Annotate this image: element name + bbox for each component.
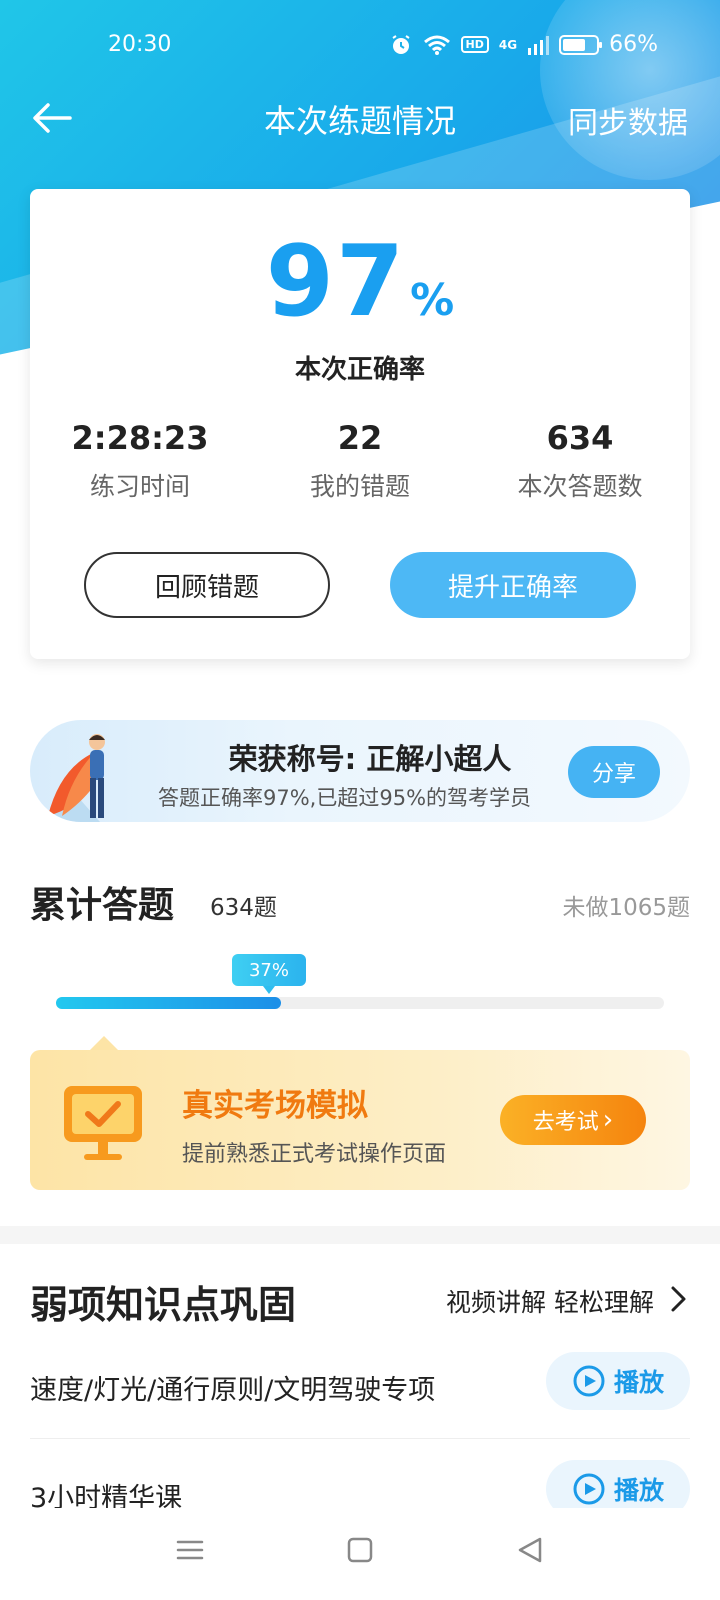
4g-label: 4G — [498, 37, 518, 52]
play-label: 播放 — [613, 1476, 664, 1505]
stat-label: 练习时间 — [89, 472, 190, 501]
accuracy-percent: 97% — [30, 225, 690, 339]
stat-value: 634 — [546, 419, 614, 457]
honor-subtitle: 答题正确率97%,已超过95%的驾考学员 — [158, 786, 532, 810]
play-circle-icon — [573, 1365, 605, 1397]
accuracy-label: 本次正确率 — [294, 355, 425, 385]
stat-label: 我的错题 — [309, 472, 410, 501]
battery-icon — [559, 34, 603, 55]
video-explain-link[interactable]: 视频讲解 轻松理解 — [446, 1283, 654, 1319]
percent-sign: % — [410, 275, 455, 326]
system-navigation-bar — [0, 1520, 720, 1580]
play-label: 播放 — [613, 1368, 664, 1397]
chevron-right-icon[interactable] — [666, 1284, 690, 1314]
result-card: 97% 本次正确率 2:28:23 练习时间 22 我的错题 634 本次答题数… — [30, 189, 690, 659]
exam-title: 真实考场模拟 — [182, 1088, 368, 1124]
hd-icon: HD — [460, 36, 489, 53]
status-time: 20:30 — [108, 32, 172, 57]
go-exam-button[interactable]: 去考试 › — [500, 1095, 646, 1145]
back-triangle-icon[interactable] — [510, 1530, 550, 1570]
review-mistakes-button[interactable]: 回顾错题 — [84, 552, 330, 618]
weak-item-name: 速度/灯光/通行原则/文明驾驶专项 — [30, 1375, 436, 1406]
stat-wrong-count[interactable]: 22 我的错题 — [250, 419, 470, 503]
share-button[interactable]: 分享 — [568, 746, 660, 798]
exam-simulation-card[interactable]: 真实考场模拟 提前熟悉正式考试操作页面 去考试 › — [30, 1036, 690, 1190]
weak-points-title: 弱项知识点巩固 — [30, 1283, 297, 1327]
accuracy-value: 97 — [265, 225, 407, 339]
chevron-right-icon: › — [602, 1105, 614, 1135]
remaining-count: 未做1065题 — [562, 895, 690, 921]
monitor-check-icon — [64, 1086, 142, 1160]
play-button[interactable]: 播放 — [546, 1352, 690, 1410]
home-square-icon[interactable] — [340, 1530, 380, 1570]
menu-icon[interactable] — [170, 1530, 210, 1570]
go-exam-label: 去考试 — [532, 1110, 599, 1135]
progress-tooltip: 37% — [231, 954, 306, 994]
progress-fill — [56, 997, 281, 1009]
honor-banner: 荣获称号: 正解小超人 答题正确率97%,已超过95%的驾考学员 分享 — [30, 720, 690, 822]
section-divider — [0, 1226, 720, 1244]
progress-bar — [56, 997, 664, 1009]
battery-percent: 66% — [609, 32, 658, 57]
cumulative-count: 634题 — [210, 895, 277, 921]
exam-subtitle: 提前熟悉正式考试操作页面 — [182, 1142, 447, 1167]
list-item[interactable]: 速度/灯光/通行原则/文明驾驶专项 播放 — [30, 1338, 690, 1448]
sync-data-button[interactable]: 同步数据 — [568, 98, 688, 142]
stat-practice-time: 2:28:23 练习时间 — [30, 419, 250, 503]
status-bar: 20:30 HD 4G 66% — [0, 28, 720, 68]
stat-answered-count: 634 本次答题数 — [470, 419, 690, 503]
status-icons: HD 4G 66% — [389, 32, 658, 57]
stat-value: 22 — [337, 419, 383, 457]
stat-value: 2:28:23 — [71, 419, 209, 457]
play-circle-icon — [573, 1473, 605, 1505]
wifi-icon — [423, 35, 450, 55]
nav-bar: 本次练题情况 同步数据 — [0, 92, 720, 148]
signal-icon — [528, 35, 550, 55]
stat-label: 本次答题数 — [517, 472, 643, 501]
stats-row: 2:28:23 练习时间 22 我的错题 634 本次答题数 — [30, 419, 690, 509]
improve-accuracy-button[interactable]: 提升正确率 — [390, 552, 636, 618]
cumulative-title: 累计答题 — [30, 885, 175, 926]
divider — [30, 1438, 690, 1439]
alarm-icon — [391, 34, 410, 54]
